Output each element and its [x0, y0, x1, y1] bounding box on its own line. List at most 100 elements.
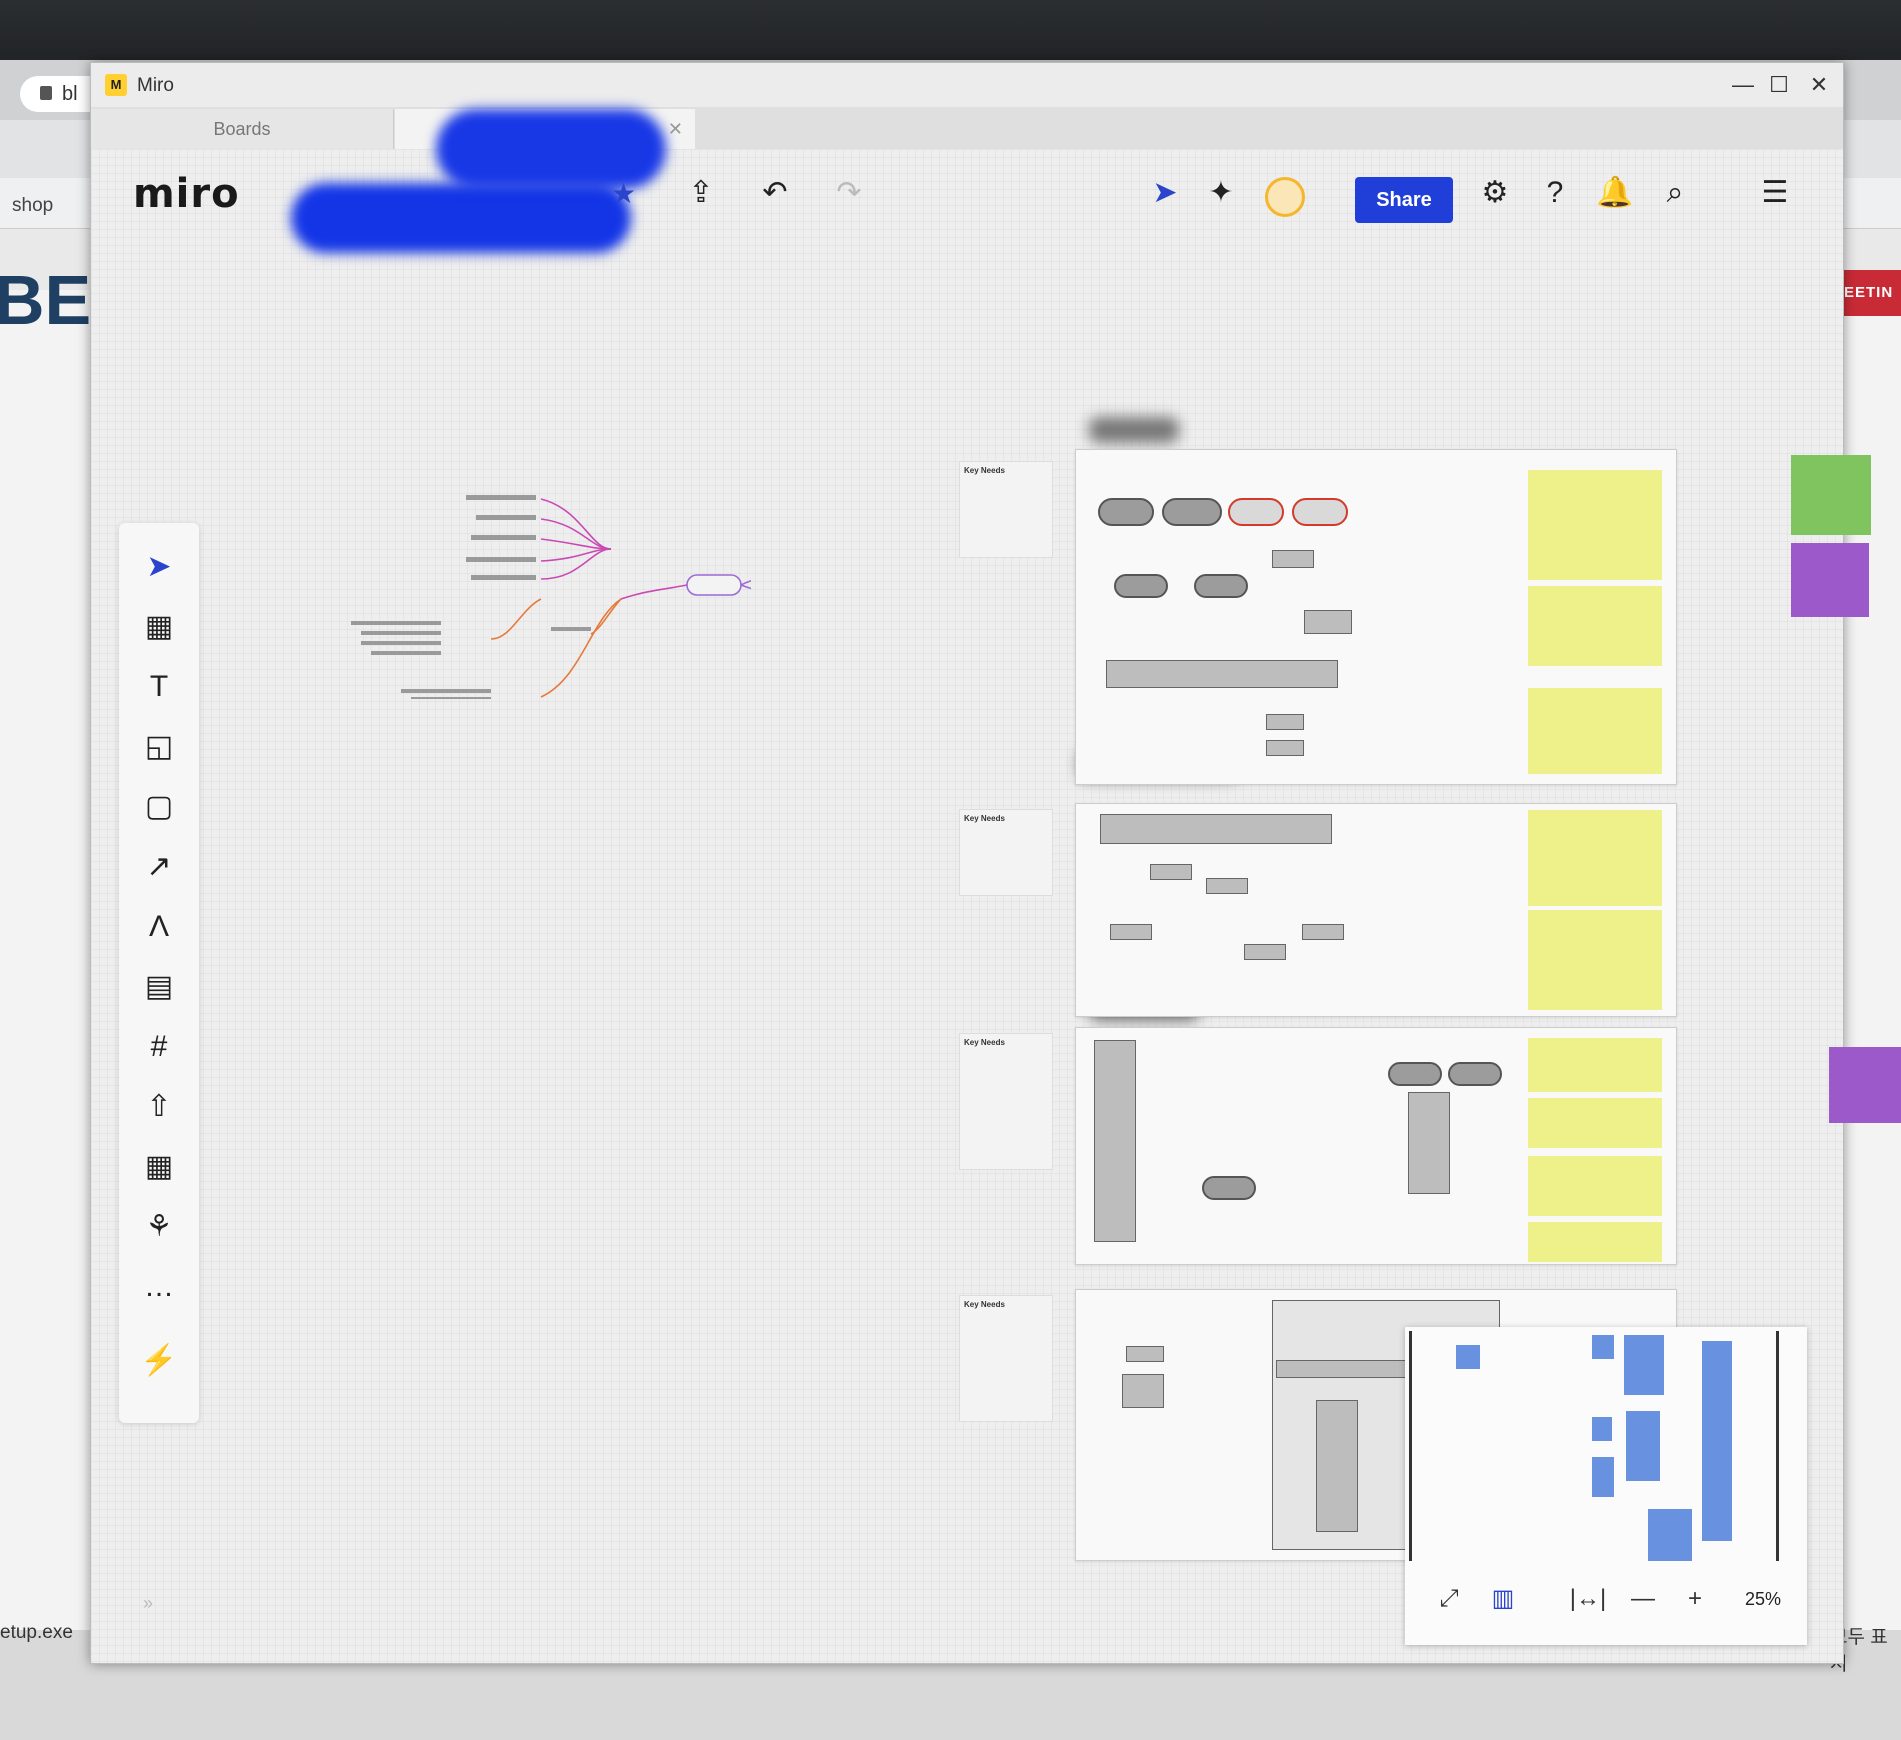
map-icon[interactable]: ▥ [1483, 1579, 1523, 1619]
flow-node[interactable] [1194, 574, 1248, 598]
reactions-icon[interactable]: ➤ [1145, 173, 1185, 213]
flow-box[interactable] [1150, 864, 1192, 880]
fit-screen-icon[interactable]: ⤢ [1429, 1579, 1469, 1619]
yellow-sticky-note[interactable] [1528, 1222, 1662, 1262]
flow-column[interactable] [1316, 1400, 1358, 1532]
key-needs-card-3[interactable]: Key Needs [959, 1033, 1053, 1170]
key-needs-card-1[interactable]: Key Needs [959, 461, 1053, 558]
bookmark-shop[interactable]: shop [12, 195, 53, 217]
flow-node[interactable] [1098, 498, 1154, 526]
expand-panel-button[interactable]: » [143, 1593, 153, 1614]
tab-bar: Boards ✕ [91, 107, 1843, 149]
zoom-level[interactable]: 25% [1745, 1579, 1781, 1619]
mind-map-branches-pink [540, 498, 612, 580]
flow-column[interactable] [1408, 1092, 1450, 1194]
tab-boards[interactable]: Boards [91, 109, 394, 149]
green-sticky-note[interactable] [1791, 455, 1871, 535]
flow-container[interactable] [1100, 814, 1332, 844]
more-icon[interactable]: … [135, 1263, 183, 1311]
flow-box[interactable] [1266, 714, 1304, 730]
miro-window: M Miro — ☐ ✕ Boards ✕ Key Needs Key Need… [90, 62, 1901, 1664]
upload-icon[interactable]: ⇧ [135, 1083, 183, 1131]
miro-app-icon: M [105, 74, 127, 96]
yellow-sticky-note[interactable] [1528, 470, 1662, 580]
celebrate-icon[interactable]: ✦ [1201, 173, 1241, 213]
yellow-sticky-note[interactable] [1528, 1038, 1662, 1092]
flow-column[interactable] [1094, 1040, 1136, 1242]
flow-container[interactable] [1106, 660, 1338, 688]
flow-node-highlighted[interactable] [1228, 498, 1284, 526]
plugin-icon[interactable]: ⚡ [135, 1337, 183, 1385]
zoom-out-button[interactable]: — [1625, 1579, 1661, 1619]
upload-icon[interactable]: ⇪ [681, 173, 721, 213]
yellow-sticky-note[interactable] [1528, 1098, 1662, 1148]
redo-icon[interactable]: ↷ [829, 173, 869, 213]
purple-sticky-note[interactable] [1829, 1047, 1901, 1123]
background-red-banner: EETIN [1838, 270, 1901, 316]
star-icon[interactable]: ★ [611, 177, 636, 210]
flow-box[interactable] [1244, 944, 1286, 960]
comment-icon[interactable]: ▤ [135, 963, 183, 1011]
flow-node[interactable] [1388, 1062, 1442, 1086]
key-needs-card-2[interactable]: Key Needs [959, 809, 1053, 896]
lock-icon [40, 86, 52, 100]
minimap[interactable]: ⤢ ▥ |↔| — + 25% [1405, 1327, 1807, 1645]
settings-icon[interactable]: ⚙ [1475, 173, 1515, 213]
templates-icon[interactable]: ▦ [135, 603, 183, 651]
more-apps-icon[interactable]: ⚘ [135, 1203, 183, 1251]
close-button[interactable]: ✕ [1803, 69, 1835, 101]
fit-width-icon[interactable]: |↔| [1565, 1579, 1611, 1619]
creation-toolbar: ➤ ▦ T ◱ ▢ ↗ Λ ▤ # ⇧ ▦ ⚘ … ⚡ [119, 523, 199, 1423]
flow-frame-3[interactable] [1075, 1027, 1677, 1265]
mind-map-branches-orange [490, 598, 622, 698]
window-title: Miro [137, 75, 174, 96]
frame-title-1 [1089, 417, 1179, 443]
flow-box[interactable] [1126, 1346, 1164, 1362]
yellow-sticky-note[interactable] [1528, 810, 1662, 906]
flow-frame-2[interactable] [1075, 803, 1677, 1017]
purple-sticky-note[interactable] [1791, 543, 1869, 617]
select-icon[interactable]: ➤ [135, 543, 183, 591]
minimize-button[interactable]: — [1727, 69, 1759, 101]
mind-map[interactable] [291, 439, 751, 699]
arrow-icon[interactable]: ↗ [135, 843, 183, 891]
close-tab-icon[interactable]: ✕ [668, 109, 683, 149]
zoom-in-button[interactable]: + [1677, 1579, 1713, 1619]
board-menu-icon[interactable]: ☰ [1755, 173, 1795, 213]
avatar[interactable] [1265, 177, 1305, 217]
flow-box[interactable] [1206, 878, 1248, 894]
miro-logo[interactable]: miro [133, 171, 240, 217]
yellow-sticky-note[interactable] [1528, 910, 1662, 1010]
sticky-note-icon[interactable]: ◱ [135, 723, 183, 771]
help-icon[interactable]: ? [1535, 173, 1575, 213]
share-button[interactable]: Share [1355, 177, 1453, 223]
minimap-viewport[interactable] [1409, 1331, 1779, 1561]
flow-box[interactable] [1302, 924, 1344, 940]
undo-icon[interactable]: ↶ [755, 173, 795, 213]
flow-node[interactable] [1448, 1062, 1502, 1086]
flow-frame-1[interactable] [1075, 449, 1677, 785]
frame-icon[interactable]: # [135, 1023, 183, 1071]
flow-box[interactable] [1304, 610, 1352, 634]
yellow-sticky-note[interactable] [1528, 586, 1662, 666]
flow-node[interactable] [1114, 574, 1168, 598]
flow-box[interactable] [1110, 924, 1152, 940]
search-icon[interactable]: ⌕ [1655, 173, 1695, 213]
shape-icon[interactable]: ▢ [135, 783, 183, 831]
flow-node[interactable] [1162, 498, 1222, 526]
flow-box[interactable] [1266, 740, 1304, 756]
yellow-sticky-note[interactable] [1528, 1156, 1662, 1216]
download-item[interactable]: etup.exe [0, 1622, 73, 1644]
yellow-sticky-note[interactable] [1528, 688, 1662, 774]
redacted-board-name [291, 183, 631, 253]
flow-node-highlighted[interactable] [1292, 498, 1348, 526]
table-icon[interactable]: ▦ [135, 1143, 183, 1191]
notifications-icon[interactable]: 🔔 [1595, 173, 1635, 213]
pen-icon[interactable]: Λ [135, 903, 183, 951]
flow-node[interactable] [1202, 1176, 1256, 1200]
flow-box[interactable] [1122, 1374, 1164, 1408]
text-icon[interactable]: T [135, 663, 183, 711]
maximize-button[interactable]: ☐ [1763, 69, 1795, 101]
key-needs-card-4[interactable]: Key Needs [959, 1295, 1053, 1422]
flow-box[interactable] [1272, 550, 1314, 568]
